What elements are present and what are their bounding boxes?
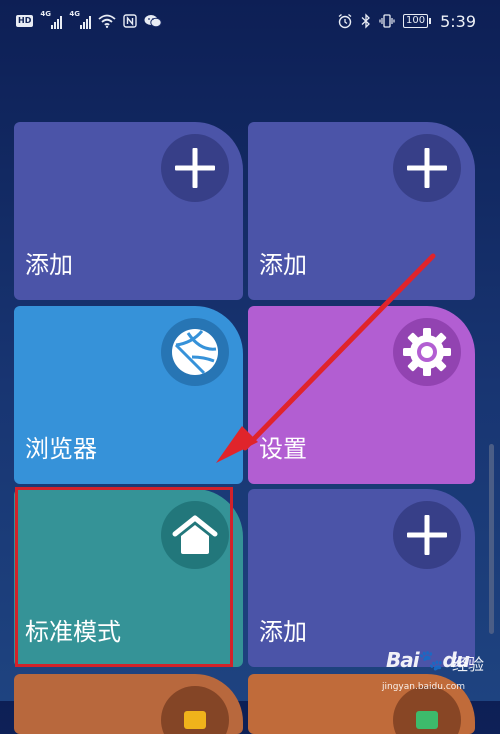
standard-mode-tile[interactable]: 标准模式 — [14, 489, 243, 667]
add-tile-bottom-right[interactable]: 添加 — [248, 489, 475, 667]
scrollbar[interactable] — [489, 444, 494, 634]
paw-icon: 🐾 — [418, 648, 444, 672]
battery-icon: 100 — [402, 14, 432, 28]
tile-label: 添加 — [25, 251, 73, 279]
plus-icon — [161, 134, 229, 202]
status-right-icons: 100 5:39 — [337, 10, 476, 32]
signal-icon: 4G — [69, 10, 92, 29]
tile-label: 标准模式 — [25, 618, 121, 646]
wifi-icon — [98, 14, 116, 28]
tile-label: 添加 — [259, 618, 307, 646]
tile-label: 浏览器 — [25, 435, 97, 463]
watermark-logo: Bai🐾du 经验 jingyan.baidu.com — [380, 646, 498, 698]
tile-label: 添加 — [259, 251, 307, 279]
tile-label: 设置 — [259, 435, 307, 463]
watermark-url: jingyan.baidu.com — [382, 682, 466, 692]
partial-tile-bottom-left[interactable] — [14, 674, 243, 734]
plus-icon — [393, 134, 461, 202]
add-tile-top-left[interactable]: 添加 — [14, 122, 243, 300]
add-tile-top-right[interactable]: 添加 — [248, 122, 475, 300]
plus-icon — [393, 501, 461, 569]
browser-tile[interactable]: 浏览器 — [14, 306, 243, 484]
wechat-icon — [144, 14, 163, 28]
hd-icon: HD — [16, 15, 34, 27]
nfc-icon — [123, 14, 138, 28]
bluetooth-icon — [361, 13, 371, 29]
gear-icon — [393, 318, 461, 386]
app-icon — [161, 686, 229, 734]
signal-icon: 4G — [40, 10, 63, 29]
globe-icon — [161, 318, 229, 386]
clock-time: 5:39 — [440, 11, 476, 31]
status-bar: HD 4G 4G 100 5:39 — [0, 0, 500, 40]
network-type-label: 4G — [40, 10, 51, 18]
watermark-cn: 经验 — [452, 655, 485, 674]
home-icon — [161, 501, 229, 569]
alarm-icon — [337, 13, 353, 29]
vibrate-icon — [379, 13, 395, 29]
network-type-label: 4G — [69, 10, 80, 18]
settings-tile[interactable]: 设置 — [248, 306, 475, 484]
status-left-icons: HD 4G 4G — [16, 10, 163, 30]
